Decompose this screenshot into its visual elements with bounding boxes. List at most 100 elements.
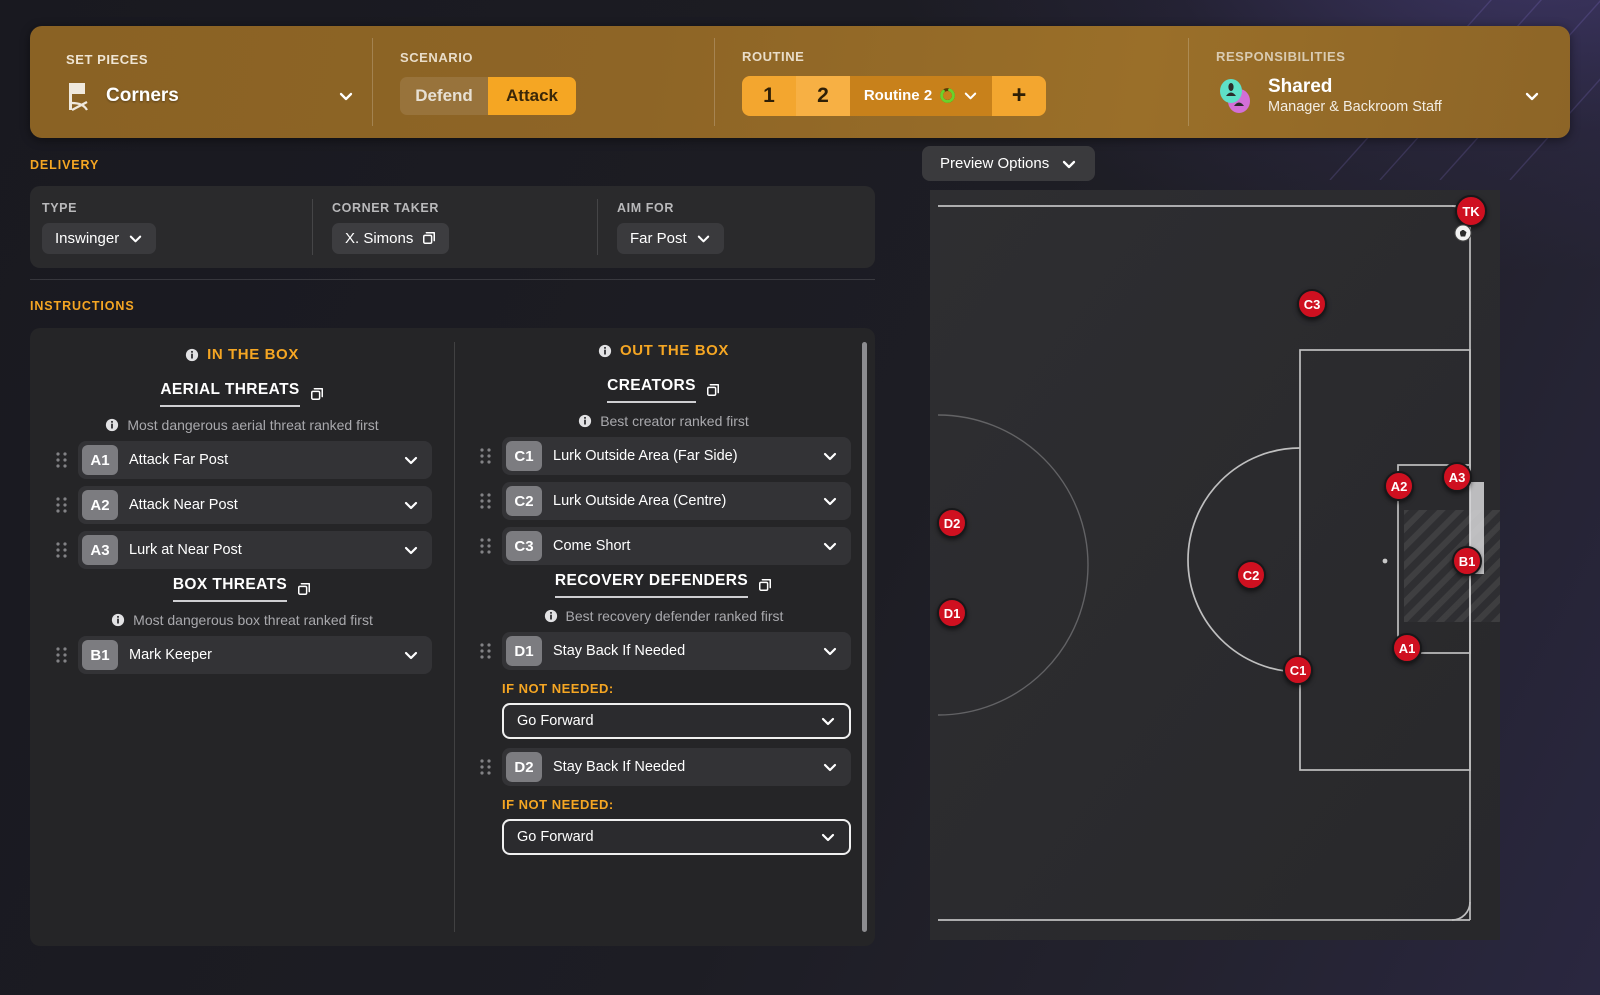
instructions-section-label: INSTRUCTIONS bbox=[30, 299, 135, 313]
delivery-divider bbox=[30, 279, 875, 280]
drag-handle-icon[interactable] bbox=[476, 535, 496, 557]
corner-taker-label: CORNER TAKER bbox=[332, 200, 439, 215]
pitch-marker-a2[interactable]: A2 bbox=[1384, 471, 1414, 501]
pitch-marker-d1[interactable]: D1 bbox=[937, 598, 967, 628]
instruction-value: Lurk at Near Post bbox=[129, 542, 242, 558]
drag-handle-icon[interactable] bbox=[476, 490, 496, 512]
pitch-marker-b1[interactable]: B1 bbox=[1452, 546, 1482, 576]
delivery-type-dropdown[interactable]: Inswinger bbox=[42, 222, 157, 254]
instruction-value: Lurk Outside Area (Centre) bbox=[553, 493, 727, 509]
aim-for-field: AIM FOR Far Post bbox=[597, 186, 875, 268]
shared-responsibility-icon bbox=[1216, 77, 1254, 115]
pitch-preview[interactable]: TK C3 A3 A2 B1 C2 D2 D1 A1 C1 bbox=[930, 190, 1500, 940]
group-header-inbox-0: AERIAL THREATS bbox=[52, 381, 432, 407]
chevron-down-icon bbox=[823, 647, 837, 656]
routine-section: ROUTINE 1 2 Routine 2 + bbox=[714, 26, 1188, 138]
chevron-down-icon[interactable] bbox=[338, 88, 354, 104]
routine-progress-ring-icon bbox=[940, 88, 956, 103]
pitch-marker-c3[interactable]: C3 bbox=[1297, 289, 1327, 319]
in-the-box-column: IN THE BOX AERIAL THREATS Most dangerous a… bbox=[30, 328, 454, 946]
chevron-down-icon[interactable] bbox=[1524, 88, 1540, 104]
scenario-defend-button[interactable]: Defend bbox=[400, 76, 488, 115]
player-slot-badge: D2 bbox=[506, 752, 542, 782]
chevron-down-icon bbox=[823, 542, 837, 551]
routine-name-dropdown[interactable]: Routine 2 bbox=[850, 75, 992, 116]
instruction-dropdown[interactable]: D1 Stay Back If Needed bbox=[502, 632, 851, 670]
instructions-panel: IN THE BOX AERIAL THREATS Most dangerous a… bbox=[30, 328, 875, 946]
drag-handle-icon[interactable] bbox=[52, 644, 72, 666]
instruction-value: Mark Keeper bbox=[129, 647, 213, 663]
group-hint-text: Most dangerous box threat ranked first bbox=[133, 612, 373, 628]
set-pieces-selector[interactable]: SET PIECES Corners bbox=[30, 26, 372, 138]
if-not-needed-value: Go Forward bbox=[517, 713, 594, 729]
pitch-marker-a3[interactable]: A3 bbox=[1442, 462, 1472, 492]
responsibilities-label: RESPONSIBILITIES bbox=[1216, 48, 1346, 64]
aim-for-dropdown[interactable]: Far Post bbox=[617, 222, 724, 254]
scenario-toggle[interactable]: Defend Attack bbox=[400, 76, 576, 115]
aim-for-value: Far Post bbox=[630, 229, 687, 247]
routine-number-2-button[interactable]: 2 bbox=[796, 75, 850, 116]
instruction-dropdown[interactable]: D2 Stay Back If Needed bbox=[502, 748, 851, 786]
responsibilities-selector[interactable]: RESPONSIBILITIES Shared Manager & Backro… bbox=[1188, 26, 1570, 138]
group-title: BOX THREATS bbox=[172, 576, 288, 602]
column-header-outbox: OUT THE BOX bbox=[476, 342, 851, 359]
routine-controls[interactable]: 1 2 Routine 2 + bbox=[742, 75, 1046, 116]
instruction-dropdown[interactable]: B1 Mark Keeper bbox=[78, 636, 432, 674]
instruction-row: C3 Come Short bbox=[476, 527, 851, 565]
pitch-marker-a1[interactable]: A1 bbox=[1392, 633, 1422, 663]
pitch-marker-tk[interactable]: TK bbox=[1455, 195, 1487, 227]
if-not-needed-dropdown[interactable]: Go Forward bbox=[502, 819, 851, 855]
chevron-down-icon bbox=[821, 833, 835, 842]
group-header-inbox-1: BOX THREATS bbox=[52, 576, 432, 602]
corner-taker-button[interactable]: X. Simons bbox=[332, 222, 450, 254]
info-icon bbox=[185, 348, 199, 361]
popout-icon[interactable] bbox=[706, 383, 720, 397]
add-routine-button[interactable]: + bbox=[992, 75, 1046, 116]
info-icon bbox=[598, 344, 612, 357]
instruction-dropdown[interactable]: A2 Attack Near Post bbox=[78, 486, 432, 524]
drag-handle-icon[interactable] bbox=[52, 539, 72, 561]
instructions-scrollbar[interactable] bbox=[862, 342, 867, 932]
instruction-dropdown[interactable]: C1 Lurk Outside Area (Far Side) bbox=[502, 437, 851, 475]
drag-handle-icon[interactable] bbox=[476, 640, 496, 662]
group-hint-text: Most dangerous aerial threat ranked firs… bbox=[127, 417, 379, 433]
drag-handle-icon[interactable] bbox=[476, 445, 496, 467]
if-not-needed-dropdown[interactable]: Go Forward bbox=[502, 703, 851, 739]
chevron-down-icon[interactable] bbox=[963, 88, 978, 103]
routine-label: ROUTINE bbox=[742, 48, 805, 64]
scenario-section: SCENARIO Defend Attack bbox=[372, 26, 714, 138]
preview-options-label: Preview Options bbox=[940, 155, 1050, 172]
instruction-dropdown[interactable]: A3 Lurk at Near Post bbox=[78, 531, 432, 569]
pitch-marker-d2[interactable]: D2 bbox=[937, 508, 967, 538]
chevron-down-icon bbox=[404, 501, 418, 510]
instruction-dropdown[interactable]: C2 Lurk Outside Area (Centre) bbox=[502, 482, 851, 520]
group-hint-outbox-1: Best recovery defender ranked first bbox=[476, 608, 851, 624]
set-pieces-label: SET PIECES bbox=[66, 51, 149, 67]
instruction-value: Come Short bbox=[553, 538, 631, 554]
pitch-marker-c2[interactable]: C2 bbox=[1236, 560, 1266, 590]
popout-icon[interactable] bbox=[758, 578, 772, 592]
routine-number-1-button[interactable]: 1 bbox=[742, 75, 796, 116]
chevron-down-icon bbox=[404, 456, 418, 465]
drag-handle-icon[interactable] bbox=[476, 756, 496, 778]
popout-icon[interactable] bbox=[310, 387, 324, 401]
drag-handle-icon[interactable] bbox=[52, 494, 72, 516]
delivery-card: TYPE Inswinger CORNER TAKER X. Simons AI… bbox=[30, 186, 875, 268]
pitch-marker-c1[interactable]: C1 bbox=[1283, 655, 1313, 685]
routine-name-label: Routine 2 bbox=[863, 87, 933, 104]
instruction-dropdown[interactable]: A1 Attack Far Post bbox=[78, 441, 432, 479]
instruction-value: Stay Back If Needed bbox=[553, 759, 686, 775]
out-the-box-column: OUT THE BOX CREATORS Best creator ranked f… bbox=[454, 328, 875, 946]
info-icon bbox=[112, 613, 125, 627]
if-not-needed-label: IF NOT NEEDED: bbox=[502, 681, 614, 696]
popout-icon[interactable] bbox=[297, 582, 311, 596]
drag-handle-icon[interactable] bbox=[52, 449, 72, 471]
group-title: AERIAL THREATS bbox=[160, 381, 300, 407]
preview-options-button[interactable]: Preview Options bbox=[922, 146, 1096, 181]
instruction-dropdown[interactable]: C3 Come Short bbox=[502, 527, 851, 565]
group-title: RECOVERY DEFENDERS bbox=[554, 572, 749, 598]
if-not-needed-label: IF NOT NEEDED: bbox=[502, 797, 614, 812]
corner-taker-field: CORNER TAKER X. Simons bbox=[312, 186, 597, 268]
instruction-row: C1 Lurk Outside Area (Far Side) bbox=[476, 437, 851, 475]
scenario-attack-button[interactable]: Attack bbox=[488, 76, 576, 115]
